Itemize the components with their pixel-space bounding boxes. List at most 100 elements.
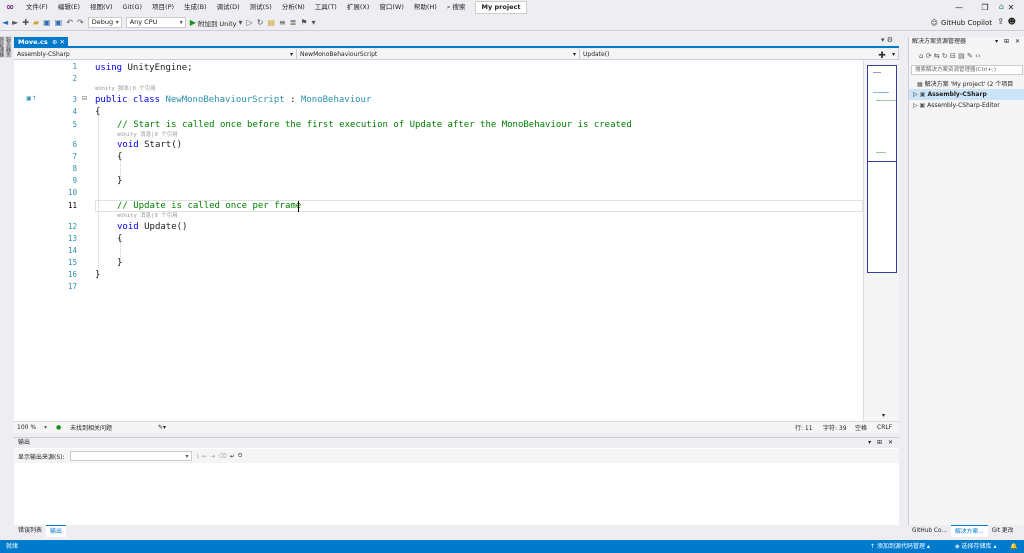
timestamp-icon[interactable]: ⏲ [238,452,243,460]
start-icon[interactable]: ▶ [188,16,198,30]
sync-icon[interactable]: ⟳ [926,52,932,60]
navigate-back-icon[interactable]: ◄ [0,16,10,30]
undo-icon[interactable]: ↶ [64,16,75,30]
menu-tools[interactable]: 工具(T) [310,0,342,15]
menu-project[interactable]: 项目(P) [147,0,179,15]
menu-help[interactable]: 帮助(H) [409,0,442,15]
minimize-button[interactable]: — [946,0,972,15]
member-dropdown[interactable]: Update() [580,49,899,60]
split-icon[interactable]: ✚ [864,51,900,61]
scroll-thumb[interactable] [867,65,897,273]
user-icon[interactable]: ☻ [1008,17,1016,26]
new-item-icon[interactable]: ✚ [20,16,31,30]
properties-icon[interactable]: ✎ [967,52,973,60]
tab-options-icon[interactable]: ▾ ⚙ [881,36,893,44]
select-repository[interactable]: ◈ 选择存储库 ▴ [955,540,996,553]
comment-icon[interactable]: ≡ [277,16,288,30]
codelens-update[interactable]: ⚙Unity 消息|0 个引用 [117,211,178,219]
refresh-icon[interactable]: ↻ [942,52,948,60]
menu-git[interactable]: Git(G) [118,0,148,15]
line-number: 15 [67,258,77,267]
tab-github-copilot[interactable]: GitHub Co... [908,525,951,537]
issues-status[interactable]: 未找到相关问题 [68,423,158,432]
server-explorer-tab[interactable]: 服务器资源管理器 [0,36,12,58]
output-header: 输出 ▾ ⊞ ✕ [14,438,899,448]
line-number: 12 [67,222,77,231]
line-ending-indicator[interactable]: CRLF [877,424,899,431]
notifications-icon[interactable]: 🔔 [1010,540,1017,553]
project-dropdown[interactable]: Assembly-CSharp [14,49,297,60]
share-icon[interactable]: ⇪ [997,17,1004,26]
pane-controls-icon[interactable]: ▾ ⊞ ✕ [868,438,895,448]
live-share-icon[interactable]: ⌂ [999,2,1004,11]
tab-git-changes[interactable]: Git 更改 [988,525,1018,537]
zoom-dropdown-icon[interactable]: ▾ [44,424,56,431]
project-assembly-csharp-editor[interactable]: ▷ ▣ Assembly-CSharp-Editor [909,100,1000,111]
redo-icon[interactable]: ↷ [75,16,86,30]
add-to-source-control[interactable]: ↑ 添加到源代码管理 ▴ [870,540,930,553]
codelens-start[interactable]: ⚙Unity 消息|0 个引用 [117,130,178,138]
tab-move-cs[interactable]: Move.cs ⊕ ✕ [14,37,68,48]
menu-extensions[interactable]: 扩展(X) [342,0,375,15]
navigation-bar: Assembly-CSharp NewMonoBehaviourScript U… [14,49,899,60]
navigate-forward-icon[interactable]: ► [10,16,20,30]
output-source-select[interactable] [69,451,192,461]
config-select[interactable]: Debug [87,17,122,28]
scrollbar-map[interactable]: ✚ ▾ [863,51,899,421]
open-folder-icon[interactable]: ▰ [31,16,41,30]
tab-output[interactable]: 输出 [46,525,67,537]
browser-icon[interactable]: ▤ [265,16,277,30]
preview-icon[interactable]: ‹› [975,52,981,60]
refresh-icon[interactable]: ↻ [255,16,266,30]
menu-file[interactable]: 文件(F) [21,0,53,15]
code-editor[interactable]: 1 2 3 4 5 6 7 8 9 10 11 12 13 14 15 16 1… [14,60,863,421]
menu-window[interactable]: 窗口(W) [374,0,409,15]
menu-analyze[interactable]: 分析(N) [277,0,310,15]
menu-debug[interactable]: 调试(D) [212,0,245,15]
uncomment-icon[interactable]: ≣ [288,16,299,30]
attach-unity-button[interactable]: 附加到 Unity [198,18,237,28]
close-tab-icon[interactable]: ⊕ ✕ [52,37,65,48]
whitespace-indicator[interactable]: 空格 [855,423,877,432]
restore-button[interactable]: ❐ [972,0,998,15]
menu-test[interactable]: 测试(S) [245,0,277,15]
menu-edit[interactable]: 编辑(E) [53,0,85,15]
collapse-all-icon[interactable]: ⊟ [950,52,956,60]
menu-build[interactable]: 生成(B) [179,0,212,15]
previous-message-icon[interactable]: ⇤ [202,453,207,460]
codelens-class[interactable]: ⚙Unity 脚本|0 个引用 [95,84,156,92]
word-wrap-icon[interactable]: ↵ [230,453,235,460]
pending-changes-icon[interactable]: ⇆ [934,52,940,60]
menu-view[interactable]: 视图(V) [85,0,118,15]
expand-icon[interactable]: ▷ [913,91,920,98]
class-dropdown[interactable]: NewMonoBehaviourScript [297,49,580,60]
bookmark-icon[interactable]: ⚑ [298,16,309,30]
home-icon[interactable]: ⌂ [919,52,923,60]
zoom-select[interactable]: 100 % [14,424,44,431]
next-message-icon[interactable]: ⇥ [210,453,215,460]
search-box[interactable]: ⌕ 搜索 [442,0,471,15]
show-all-files-icon[interactable]: ▤ [958,52,965,60]
tab-error-list[interactable]: 错误列表 [14,525,46,537]
line-number: 3 [72,95,77,104]
column-indicator[interactable]: 字符: 39 [823,423,855,432]
unity-glyph-icon[interactable]: ▣↑ [26,95,37,102]
start-without-debug-icon[interactable]: ▷ [245,16,255,30]
tab-solution-explorer[interactable]: 解决方案... [950,525,988,537]
minimap-line [873,92,889,93]
scroll-down-icon[interactable]: ▾ [882,412,885,419]
pane-controls-icon[interactable]: ▾ ⊞ ✕ [995,37,1022,47]
solution-search-input[interactable]: 搜索解决方案资源管理器(Ctrl+;) [911,65,1023,75]
platform-select[interactable]: Any CPU [125,17,186,28]
save-all-icon[interactable]: ▣ [53,16,65,30]
run-dropdown-icon[interactable]: ▾ [237,16,245,30]
toolbar-more-icon[interactable]: ▾ [310,16,318,30]
line-indicator[interactable]: 行: 11 [795,423,823,432]
project-assembly-csharp[interactable]: ▷ ▣ Assembly-CSharp [909,89,1024,100]
clear-all-icon[interactable]: ⌫ [218,453,226,460]
cleanup-icon[interactable]: ✎▾ [158,424,178,431]
save-icon[interactable]: ▣ [41,16,53,30]
find-message-icon[interactable]: ⤓ [197,452,200,460]
github-copilot-button[interactable]: ☺ GitHub Copilot [931,16,992,30]
collapse-icon[interactable]: ⊟ [82,95,87,102]
